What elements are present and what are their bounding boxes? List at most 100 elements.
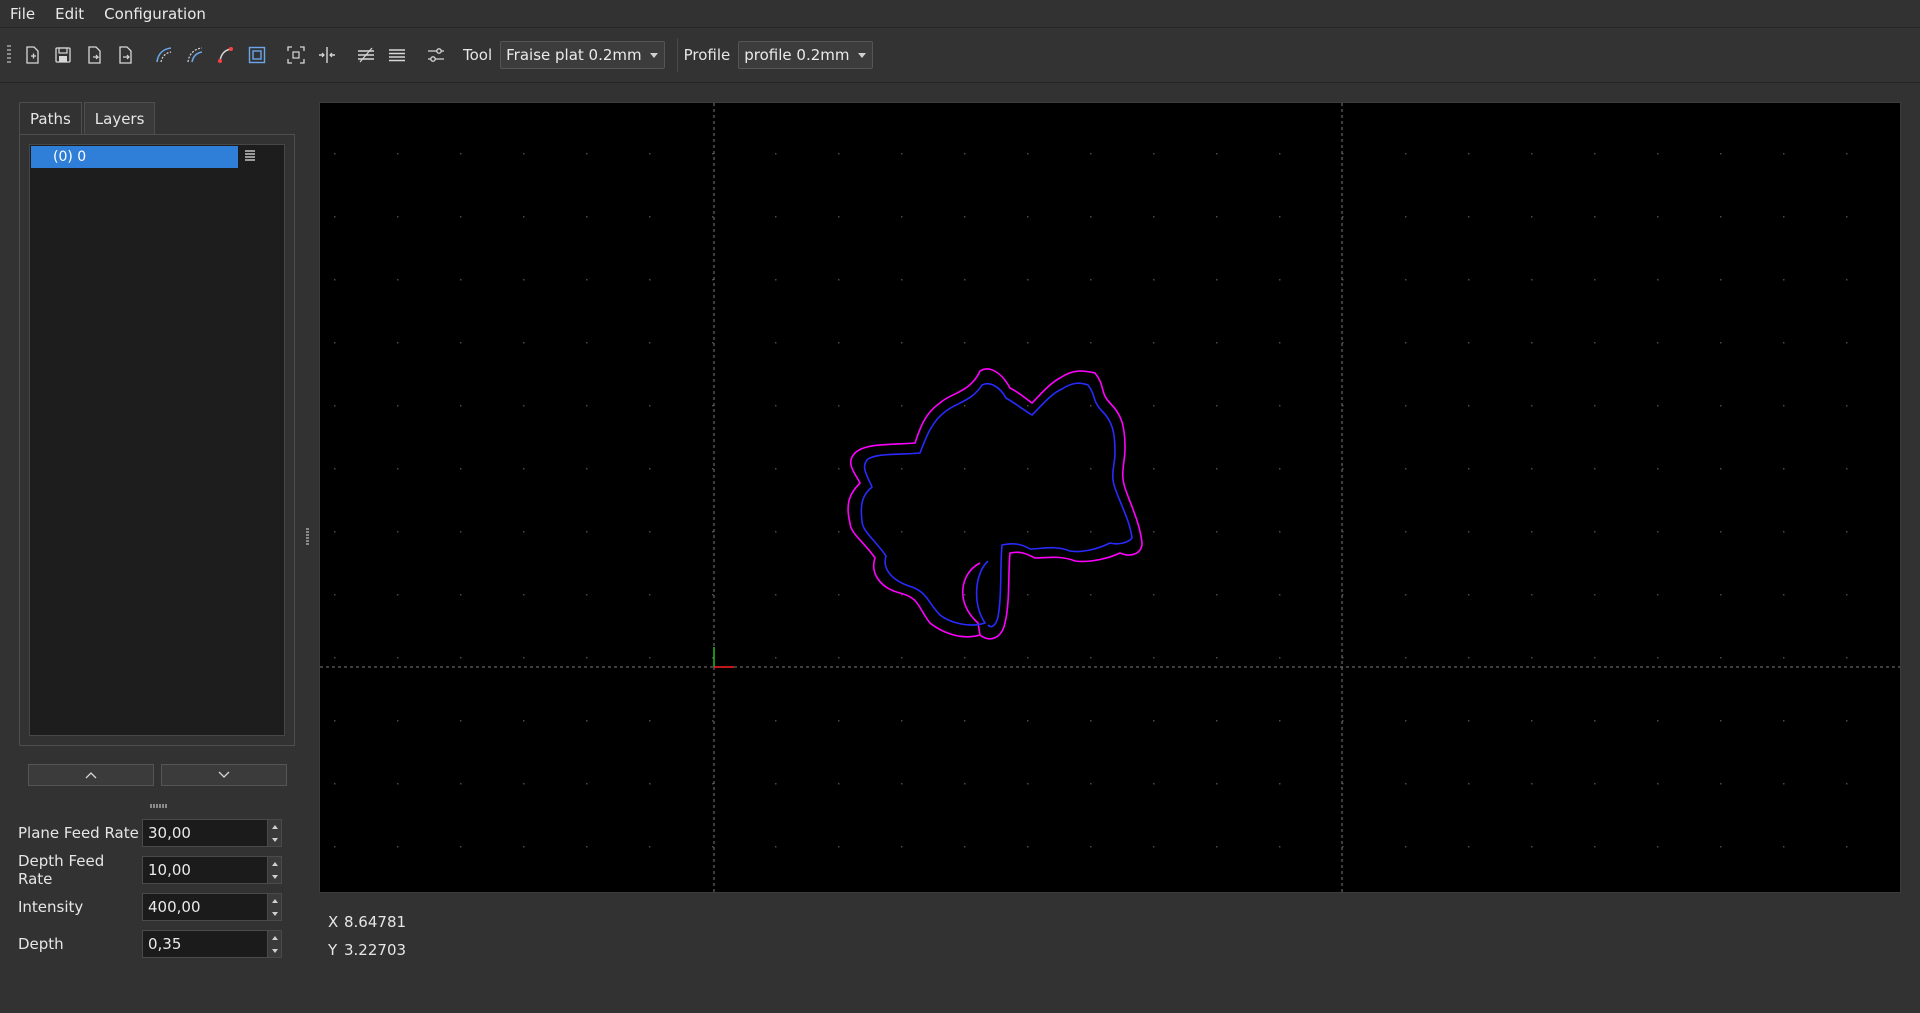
splitter-handle[interactable] — [150, 804, 168, 808]
path-list[interactable]: (0) 0 — [29, 144, 285, 736]
panel-splitter[interactable] — [306, 528, 309, 546]
grid-dot — [1216, 153, 1218, 155]
grid-dot — [397, 720, 399, 722]
save-icon[interactable] — [51, 43, 75, 67]
menu-file[interactable]: File — [0, 0, 45, 28]
grid-dot — [523, 594, 525, 596]
zoom-fit-icon[interactable] — [284, 43, 308, 67]
spin-buttons[interactable] — [267, 894, 281, 920]
cam-viewport[interactable] — [319, 102, 1901, 893]
grid-dot — [1783, 594, 1785, 596]
intensity-label: Intensity — [18, 898, 84, 916]
depth-feed-rate-value: 10,00 — [148, 861, 191, 879]
grid-dot — [775, 153, 777, 155]
grid-dot — [838, 594, 840, 596]
menu-edit[interactable]: Edit — [45, 0, 94, 28]
grid-dot — [460, 342, 462, 344]
move-up-button[interactable] — [28, 764, 154, 786]
grid-dot — [1846, 657, 1848, 659]
grid-dot — [1846, 405, 1848, 407]
inset-path-icon[interactable] — [183, 43, 207, 67]
x-coord-value: 8.64781 — [344, 913, 407, 931]
grid-dot — [1720, 216, 1722, 218]
grid-dot — [1657, 342, 1659, 344]
spin-buttons[interactable] — [267, 857, 281, 883]
offset-path-icon[interactable] — [152, 43, 176, 67]
grid-dot — [901, 468, 903, 470]
grid-dot — [1783, 657, 1785, 659]
grid-dot — [1153, 657, 1155, 659]
grid-dot — [1783, 468, 1785, 470]
grid-dot — [1846, 531, 1848, 533]
grid-dot — [334, 216, 336, 218]
tool-select[interactable]: Fraise plat 0.2mm — [500, 41, 665, 69]
leaf-outer-path[interactable] — [847, 368, 1143, 640]
grid-dot — [334, 342, 336, 344]
grid-dot — [964, 594, 966, 596]
export-icon[interactable] — [82, 43, 106, 67]
grid-dot — [334, 720, 336, 722]
grid-dot — [1468, 216, 1470, 218]
cursor-coordinates: X 8.64781 Y 3.22703 — [328, 908, 406, 964]
grid-dot — [1846, 216, 1848, 218]
grid-dot — [1531, 405, 1533, 407]
grid-dot — [1027, 846, 1029, 848]
grid-dot — [1657, 720, 1659, 722]
spin-buttons[interactable] — [267, 931, 281, 957]
grid-dot — [1468, 657, 1470, 659]
tool-label: Tool — [463, 46, 493, 64]
grid-dot — [1216, 216, 1218, 218]
hamburger-menu-icon[interactable] — [244, 149, 256, 161]
lines-icon[interactable] — [385, 43, 409, 67]
grid-dot — [838, 279, 840, 281]
grid-dot — [586, 153, 588, 155]
depth-input[interactable]: 0,35 — [142, 930, 282, 958]
leaf-inner-path[interactable] — [860, 382, 1133, 628]
tool-select-value: Fraise plat 0.2mm — [506, 46, 642, 64]
grid-dot — [1594, 720, 1596, 722]
grid-dot — [838, 846, 840, 848]
toolbar-grip[interactable] — [7, 45, 11, 65]
grid-dot — [1720, 720, 1722, 722]
move-down-button[interactable] — [161, 764, 287, 786]
grid-dot — [1594, 405, 1596, 407]
grid-dot — [712, 594, 714, 596]
grid-dot — [838, 342, 840, 344]
spin-buttons[interactable] — [267, 820, 281, 846]
grid-dot — [397, 405, 399, 407]
grid-dot — [712, 783, 714, 785]
intensity-input[interactable]: 400,00 — [142, 893, 282, 921]
settings-sliders-icon[interactable] — [424, 43, 448, 67]
arc-path-icon[interactable] — [214, 43, 238, 67]
grid-dot — [1279, 594, 1281, 596]
grid-dot — [523, 405, 525, 407]
grid-dot — [712, 153, 714, 155]
grid-dot — [1405, 279, 1407, 281]
menu-configuration[interactable]: Configuration — [94, 0, 216, 28]
grid-dot — [586, 657, 588, 659]
path-list-item[interactable]: (0) 0 — [31, 146, 238, 168]
center-icon[interactable] — [315, 43, 339, 67]
grid-dot — [1657, 468, 1659, 470]
tab-layers[interactable]: Layers — [83, 102, 156, 135]
grid-dot — [397, 783, 399, 785]
grid-dot — [649, 468, 651, 470]
profile-select[interactable]: profile 0.2mm — [738, 41, 873, 69]
grid-dot — [1279, 405, 1281, 407]
grid-dot — [1657, 216, 1659, 218]
hatch-icon[interactable] — [354, 43, 378, 67]
grid-dot — [775, 720, 777, 722]
new-file-icon[interactable] — [20, 43, 44, 67]
grid-dot — [775, 531, 777, 533]
plane-feed-rate-input[interactable]: 30,00 — [142, 819, 282, 847]
depth-feed-rate-input[interactable]: 10,00 — [142, 856, 282, 884]
grid-dot — [1090, 783, 1092, 785]
grid-dot — [1657, 846, 1659, 848]
grid-dot — [1846, 594, 1848, 596]
grid-dot — [397, 216, 399, 218]
export-as-icon[interactable] — [113, 43, 137, 67]
tab-paths[interactable]: Paths — [19, 102, 82, 135]
viewport-svg[interactable] — [320, 103, 1900, 892]
pocket-icon[interactable] — [245, 43, 269, 67]
grid-dot — [1468, 531, 1470, 533]
